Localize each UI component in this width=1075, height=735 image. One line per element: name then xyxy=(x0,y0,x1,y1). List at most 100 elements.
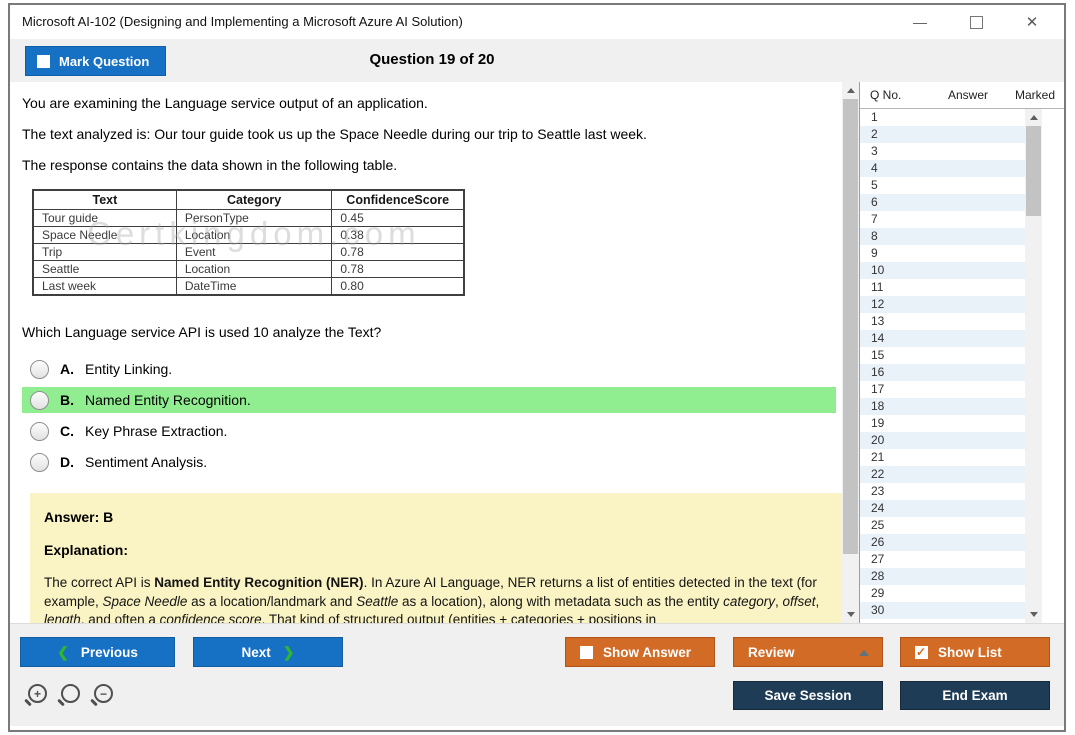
table-row: Space Needle Location 0.38 xyxy=(32,226,465,244)
option-d[interactable]: D. Sentiment Analysis. xyxy=(22,449,836,475)
show-list-checkbox: ✓ xyxy=(915,644,928,659)
show-answer-button[interactable]: Show Answer xyxy=(565,637,715,667)
question-list-row[interactable]: 12 xyxy=(860,296,1025,313)
question-list-row[interactable]: 19 xyxy=(860,415,1025,432)
question-list-row[interactable]: 22 xyxy=(860,466,1025,483)
question-list-scrollbar[interactable] xyxy=(1025,109,1042,623)
question-list-header: Q No. Answer Marked xyxy=(860,82,1064,109)
zoom-out-icon[interactable]: − xyxy=(90,684,113,707)
end-exam-button[interactable]: End Exam xyxy=(900,681,1050,710)
question-list-row[interactable]: 16 xyxy=(860,364,1025,381)
table-header-text: Text xyxy=(32,189,177,210)
radio-button[interactable] xyxy=(30,421,49,441)
question-list-row[interactable]: 17 xyxy=(860,381,1025,398)
radio-button[interactable] xyxy=(30,359,49,379)
show-answer-checkbox xyxy=(580,645,593,659)
scrollbar-thumb[interactable] xyxy=(1026,126,1041,216)
previous-button[interactable]: ❮ Previous xyxy=(20,637,175,667)
question-list-row[interactable]: 8 xyxy=(860,228,1025,245)
zoom-controls: + − xyxy=(24,684,113,707)
save-session-button[interactable]: Save Session xyxy=(733,681,883,710)
question-list-row[interactable]: 7 xyxy=(860,211,1025,228)
show-list-label: Show List xyxy=(938,644,1002,660)
content-scrollbar[interactable] xyxy=(842,82,859,623)
question-list-row[interactable]: 4 xyxy=(860,160,1025,177)
column-header-marked: Marked xyxy=(1014,88,1055,102)
radio-button[interactable] xyxy=(30,390,49,410)
scrollbar-thumb[interactable] xyxy=(843,99,858,554)
explanation-label: Explanation: xyxy=(44,542,129,558)
explanation-text: The correct API is Named Entity Recognit… xyxy=(44,575,820,623)
question-list-row[interactable]: 30 xyxy=(860,602,1025,619)
question-list-row[interactable]: 2 xyxy=(860,126,1025,143)
check-icon: ✓ xyxy=(916,644,927,659)
question-list-rows: 1 2 3 4 5 6 7 8 9 10 11 12 13 14 15 16 17 18 19 20 21 22 23 24 2… xyxy=(860,109,1025,623)
question-list-row[interactable]: 29 xyxy=(860,585,1025,602)
question-paragraph: You are examining the Language service o… xyxy=(22,95,428,111)
question-list-row[interactable]: 6 xyxy=(860,194,1025,211)
table-header-confidence: ConfidenceScore xyxy=(331,189,465,210)
maximize-icon xyxy=(969,15,983,29)
minimize-button[interactable]: — xyxy=(892,5,948,39)
next-label: Next xyxy=(241,644,271,660)
zoom-reset-icon[interactable] xyxy=(57,684,80,707)
option-a[interactable]: A. Entity Linking. xyxy=(22,356,836,382)
close-icon: ✕ xyxy=(1025,14,1039,31)
entity-table: Text Category ConfidenceScore Tour guide… xyxy=(32,189,465,296)
answer-options: A. Entity Linking. B. Named Entity Recog… xyxy=(22,356,842,475)
zoom-tail xyxy=(57,698,65,707)
radio-button[interactable] xyxy=(30,452,49,472)
zoom-in-icon[interactable]: + xyxy=(24,684,47,707)
question-list-row[interactable]: 20 xyxy=(860,432,1025,449)
title-bar: Microsoft AI-102 (Designing and Implemen… xyxy=(10,5,1064,39)
scroll-down-button[interactable] xyxy=(1025,606,1042,623)
answer-explanation-panel: Answer: B Explanation: The correct API i… xyxy=(30,493,842,623)
close-button[interactable]: ✕ xyxy=(1004,5,1060,39)
chevron-right-icon: ❯ xyxy=(282,643,295,660)
option-letter: C. xyxy=(60,423,74,439)
question-list-row[interactable]: 9 xyxy=(860,245,1025,262)
window-title: Microsoft AI-102 (Designing and Implemen… xyxy=(22,14,463,29)
answer-label: Answer: B xyxy=(44,509,114,525)
question-list-row[interactable]: 11 xyxy=(860,279,1025,296)
question-list-row[interactable]: 13 xyxy=(860,313,1025,330)
minimize-icon: — xyxy=(913,14,927,30)
scroll-up-button[interactable] xyxy=(842,82,859,99)
app-window: Microsoft AI-102 (Designing and Implemen… xyxy=(8,3,1066,732)
question-paragraph: The text analyzed is: Our tour guide too… xyxy=(22,126,647,142)
next-button[interactable]: Next ❯ xyxy=(193,637,343,667)
option-text: Key Phrase Extraction. xyxy=(85,423,228,439)
triangle-up-icon xyxy=(859,650,869,656)
question-list-row[interactable]: 24 xyxy=(860,500,1025,517)
maximize-button[interactable] xyxy=(948,5,1004,39)
option-b[interactable]: B. Named Entity Recognition. xyxy=(22,387,836,413)
question-list-row[interactable]: 25 xyxy=(860,517,1025,534)
scroll-down-button[interactable] xyxy=(842,606,859,623)
question-list-row[interactable]: 3 xyxy=(860,143,1025,160)
question-list-row[interactable]: 27 xyxy=(860,551,1025,568)
table-row: Trip Event 0.78 xyxy=(32,243,465,261)
question-list-row[interactable]: 18 xyxy=(860,398,1025,415)
main-area: You are examining the Language service o… xyxy=(10,82,1064,623)
previous-label: Previous xyxy=(80,644,138,660)
column-header-answer: Answer xyxy=(947,88,988,102)
question-list-row[interactable]: 23 xyxy=(860,483,1025,500)
question-list-row[interactable]: 1 xyxy=(860,109,1025,126)
question-list-row[interactable]: 14 xyxy=(860,330,1025,347)
end-exam-label: End Exam xyxy=(942,688,1008,703)
question-list-row[interactable]: 21 xyxy=(860,449,1025,466)
show-answer-label: Show Answer xyxy=(603,644,692,660)
question-list-row[interactable]: 15 xyxy=(860,347,1025,364)
review-button[interactable]: Review xyxy=(733,637,883,667)
question-list-row[interactable]: 26 xyxy=(860,534,1025,551)
question-list-row[interactable]: 10 xyxy=(860,262,1025,279)
show-list-button[interactable]: ✓ Show List xyxy=(900,637,1050,667)
question-list-row[interactable]: 5 xyxy=(860,177,1025,194)
scroll-up-button[interactable] xyxy=(1025,109,1042,126)
minus-glyph: − xyxy=(99,686,107,701)
question-list-row[interactable]: 28 xyxy=(860,568,1025,585)
window-controls: — ✕ xyxy=(892,5,1060,39)
option-c[interactable]: C. Key Phrase Extraction. xyxy=(22,418,836,444)
column-header-qno: Q No. xyxy=(870,88,902,102)
question-prompt: Which Language service API is used 10 an… xyxy=(22,324,382,340)
